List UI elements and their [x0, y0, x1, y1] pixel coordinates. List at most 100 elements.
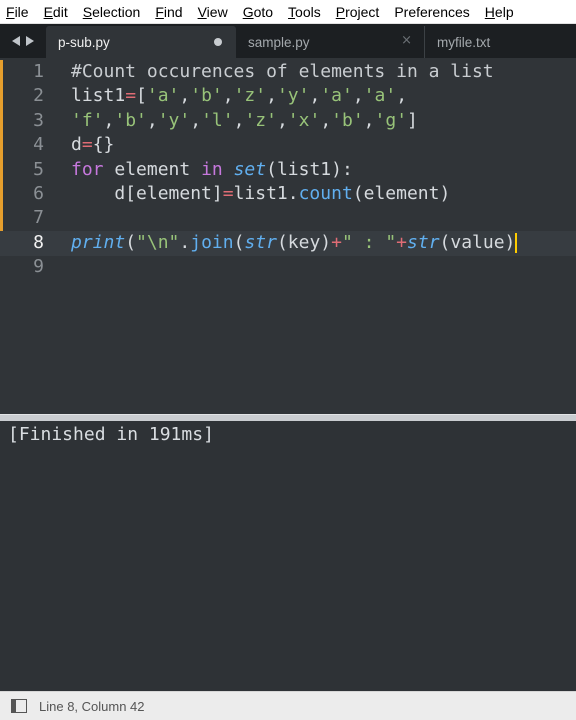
code-token: +: [331, 231, 342, 253]
code-token: ]: [407, 109, 418, 131]
status-bar: Line 8, Column 42: [0, 691, 576, 720]
toggle-panel-icon[interactable]: [11, 699, 27, 713]
unsaved-dot-icon[interactable]: [214, 38, 222, 46]
menu-item-edit[interactable]: Edit: [44, 4, 68, 20]
code-editor[interactable]: 1 23 456 78 9 #Count occurences of elements …: [0, 58, 576, 414]
code-token: (: [125, 231, 137, 253]
code-token: ,: [233, 109, 245, 131]
menu-item-find[interactable]: Find: [155, 4, 182, 20]
code-token: 'a': [146, 85, 180, 107]
code-line[interactable]: [71, 255, 576, 279]
tab-label: myfile.txt: [437, 34, 491, 50]
menu-mnemonic: E: [43, 3, 53, 20]
cursor-position: Line 8, Column 42: [39, 698, 145, 714]
menu-mnemonic: F: [155, 3, 164, 20]
line-number: 4: [33, 134, 44, 156]
menu-item-selection[interactable]: Selection: [83, 4, 141, 20]
code-token: (: [233, 231, 245, 253]
menu-label: ools: [295, 3, 321, 20]
code-token: (element): [352, 182, 451, 204]
menu-item-tools[interactable]: Tools: [288, 4, 321, 20]
code-token: join: [190, 231, 234, 253]
build-output-text: [Finished in 191ms]: [8, 424, 214, 445]
menu-mnemonic: P: [335, 3, 346, 20]
menu-mnemonic: H: [484, 3, 495, 20]
code-token: " : ": [341, 231, 397, 253]
code-token: ,: [190, 109, 202, 131]
code-token: 'f': [71, 109, 104, 131]
code-token: count: [298, 182, 353, 204]
code-token: list1: [71, 85, 126, 107]
menu-label: ile: [14, 3, 29, 20]
code-token: #Count occurences of elements in a list: [71, 61, 494, 82]
code-line[interactable]: d={}: [71, 133, 576, 157]
chevron-left-icon[interactable]: [12, 36, 20, 46]
code-token: ,: [146, 109, 158, 131]
code-token: print: [71, 231, 126, 253]
menu-label: iew: [206, 3, 228, 20]
line-number-gutter: 1 23 456 78 9: [0, 60, 58, 280]
line-number: 2: [33, 85, 44, 107]
code-line[interactable]: print("\n".join(str(key)+" : "+str(value…: [71, 231, 576, 255]
tab-nav-arrows[interactable]: [0, 24, 46, 58]
tab-p-sub[interactable]: p-sub.py: [46, 26, 236, 58]
code-token: =: [125, 85, 137, 107]
code-token: =: [81, 134, 93, 156]
line-number: 3: [33, 109, 44, 131]
code-token: (value): [439, 231, 516, 253]
code-token: 'a': [320, 85, 353, 107]
code-token: ,: [320, 109, 332, 131]
code-token: ,: [276, 109, 288, 131]
menu-mnemonic: V: [197, 3, 207, 20]
menu-label: oto: [253, 3, 274, 20]
code-line[interactable]: #Count occurences of elements in a list: [71, 60, 576, 84]
code-line[interactable]: [71, 206, 576, 230]
menu-label: dit: [52, 3, 68, 20]
code-token: for: [71, 158, 104, 180]
code-token: 'b': [114, 109, 147, 131]
code-text[interactable]: #Count occurences of elements in a list l…: [71, 60, 576, 280]
code-token: 'g': [374, 109, 408, 131]
line-number: 9: [33, 256, 44, 278]
code-token: 'a': [363, 85, 397, 107]
code-line[interactable]: for element in set(list1):: [71, 158, 576, 182]
menu-item-project[interactable]: Project: [336, 4, 380, 20]
code-token: in: [201, 158, 223, 180]
code-line[interactable]: 'f','b','y','l','z','x','b','g']: [71, 109, 576, 133]
code-token: set: [233, 158, 267, 180]
panel-resize-handle[interactable]: [0, 414, 576, 421]
code-token: 'y': [157, 109, 191, 131]
menu-mnemonic: G: [242, 3, 254, 20]
tab-myfile[interactable]: myfile.txt: [424, 26, 576, 58]
code-token: 'x': [287, 109, 321, 131]
menu-item-file[interactable]: File: [6, 4, 29, 20]
code-token: str: [407, 231, 440, 253]
menu-item-help[interactable]: Help: [485, 4, 514, 20]
code-line[interactable]: list1=['a','b','z','y','a','a',: [71, 84, 576, 108]
menu-bar: File Edit Selection Find View Goto Tools Projec…: [0, 0, 576, 24]
line-number: 1: [33, 61, 44, 82]
code-token: ,: [309, 85, 321, 107]
code-token: {}: [92, 134, 115, 156]
chevron-right-icon[interactable]: [26, 36, 34, 46]
menu-item-preferences[interactable]: Preferences: [394, 4, 469, 20]
code-line[interactable]: d[element]=list1.count(element): [71, 182, 576, 206]
code-token: ,: [103, 109, 115, 131]
code-token: .: [179, 231, 191, 253]
tab-label: sample.py: [248, 34, 310, 50]
tab-sample[interactable]: sample.py ×: [236, 26, 420, 58]
close-icon[interactable]: ×: [401, 33, 412, 48]
menu-mnemonic: S: [82, 3, 93, 20]
text-cursor: [515, 232, 518, 253]
code-token: (list1):: [266, 158, 353, 180]
build-output-panel: [Finished in 191ms]: [0, 421, 576, 691]
code-token: [: [136, 85, 147, 107]
menu-label: roject: [345, 3, 380, 20]
code-token: ,: [222, 85, 234, 107]
line-number: 6: [33, 182, 44, 204]
code-token: 'z': [233, 85, 267, 107]
menu-mnemonic: T: [288, 3, 296, 20]
menu-item-goto[interactable]: Goto: [243, 4, 273, 20]
code-token: str: [244, 231, 277, 253]
menu-item-view[interactable]: View: [198, 4, 228, 20]
